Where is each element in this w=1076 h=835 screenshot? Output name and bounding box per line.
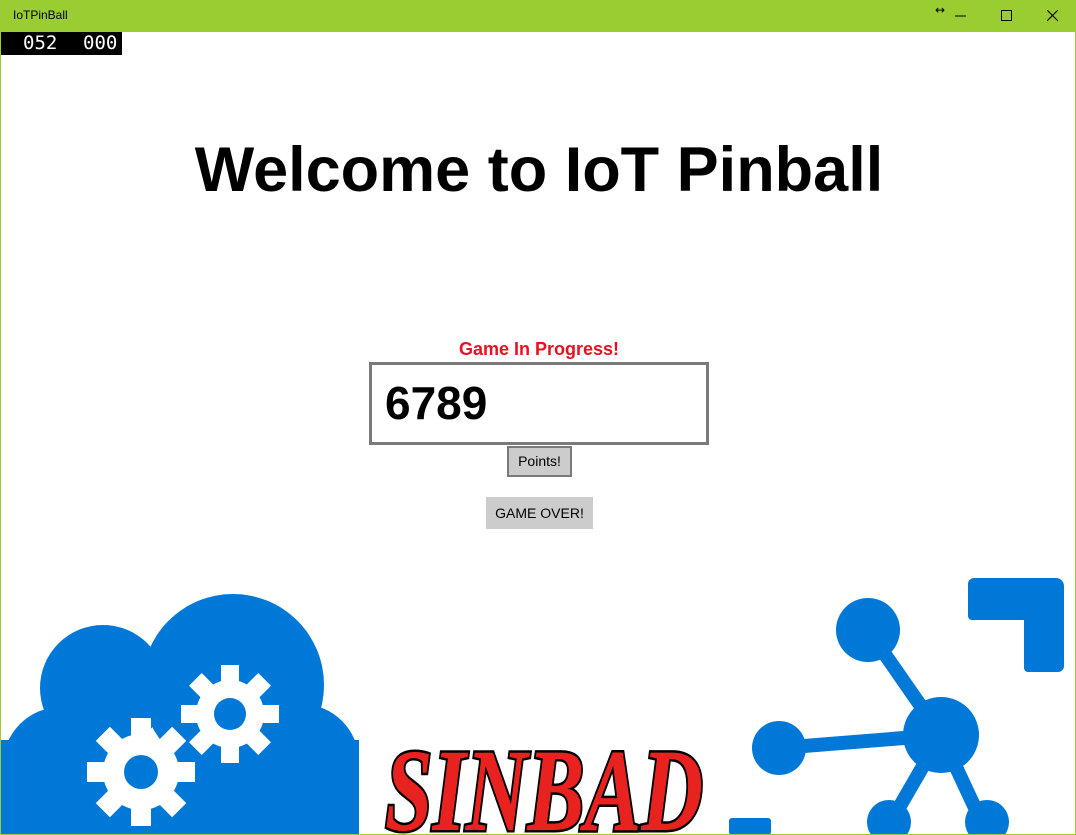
counter-right-value: 000 xyxy=(83,32,118,54)
minimize-button[interactable] xyxy=(938,0,984,32)
debug-counter: 052 000 xyxy=(1,32,122,55)
score-display: 6789 xyxy=(369,362,709,445)
maximize-icon xyxy=(1001,10,1012,21)
close-button[interactable] xyxy=(1030,0,1075,32)
window-title: IoTPinBall xyxy=(13,8,68,22)
sinbad-logo: SINBAD xyxy=(383,723,706,835)
points-button[interactable]: Points! xyxy=(507,446,572,477)
page-title: Welcome to IoT Pinball xyxy=(194,135,884,205)
counter-left-value: 052 xyxy=(23,32,58,54)
cloud-gears-icon xyxy=(1,594,359,834)
app-window: IoTPinBall ↔ 052 000 Welcome to IoT Pinb… xyxy=(0,0,1076,835)
minimize-icon xyxy=(955,15,966,17)
game-over-button[interactable]: GAME OVER! xyxy=(486,497,593,529)
network-icon xyxy=(729,578,1064,834)
game-status-label: Game In Progress! xyxy=(458,339,620,359)
title-bar[interactable]: IoTPinBall ↔ xyxy=(1,0,1075,32)
close-icon xyxy=(1047,10,1059,22)
maximize-button[interactable] xyxy=(984,0,1030,32)
sinbad-logo-text: SINBAD xyxy=(385,725,703,835)
